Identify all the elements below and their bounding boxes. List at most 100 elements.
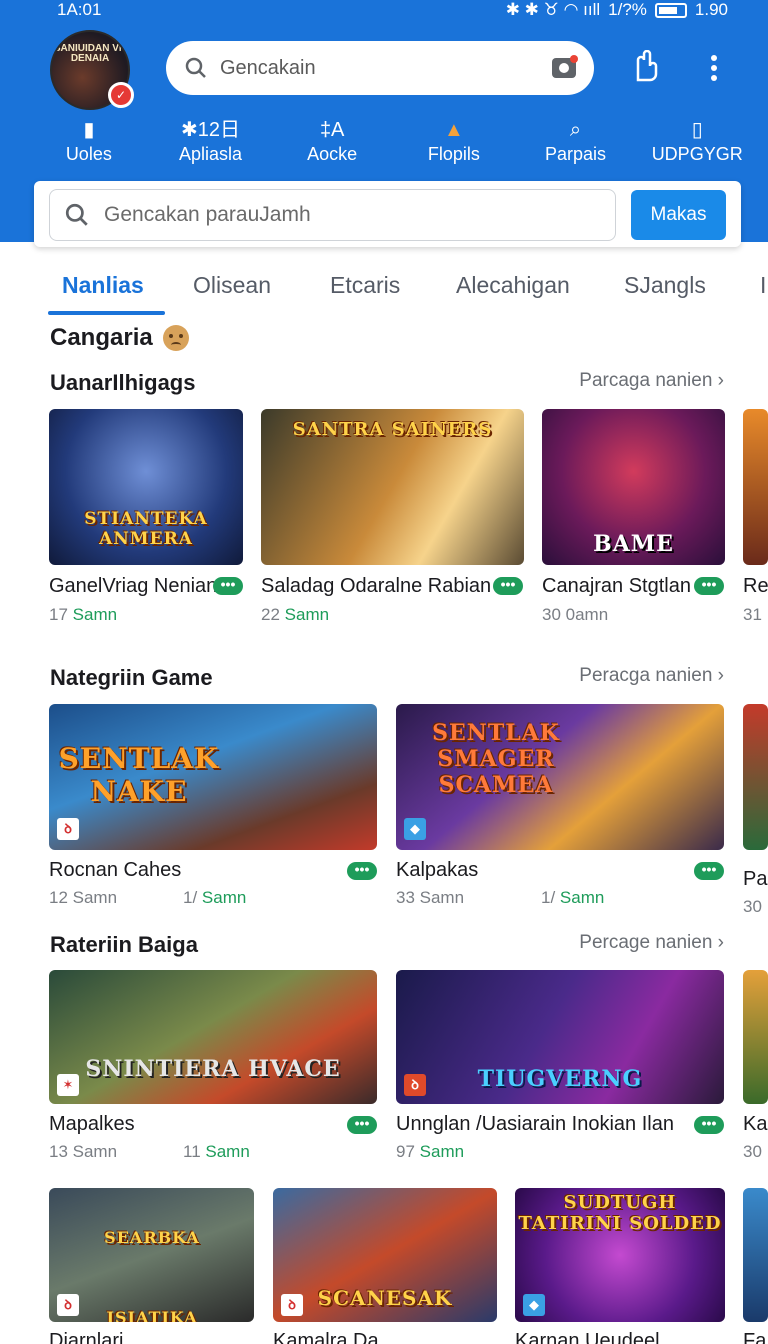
game-name: Fa [743, 1330, 767, 1344]
game-thumbnail[interactable]: TIUGVERNG ꝺ [396, 970, 724, 1104]
game-thumbnail[interactable]: STIANTEKA ANMERA [49, 409, 243, 565]
game-thumbnail[interactable]: SNINTIERA HVACE ✶ [49, 970, 377, 1104]
search-button[interactable]: Makas [631, 190, 726, 240]
tab-nanlias[interactable]: Nanlias [62, 272, 144, 299]
avatar-logo-text: SANIUIDAN VN DENAIA [53, 43, 127, 64]
game-card[interactable]: Pa 30 [743, 704, 768, 916]
section-title: UanarIlhigags [50, 370, 196, 395]
game-logo-icon: ◆ [404, 818, 426, 840]
see-more-label: Parcaga nanien [579, 370, 713, 391]
more-badge-icon[interactable]: ••• [493, 577, 523, 595]
game-logo-icon: ꝺ [57, 818, 79, 840]
status-extra: 1.90 [694, 0, 728, 19]
more-badge-icon[interactable]: ••• [347, 1116, 377, 1134]
game-thumbnail[interactable] [743, 704, 768, 850]
thumbnail-art-text: SENTLAK SMAGER SCAMEA [432, 720, 560, 798]
game-thumbnail[interactable]: SENTLAK SMAGER SCAMEA ◆ [396, 704, 724, 850]
thumbnail-art-text: BAME [593, 531, 674, 557]
search-input[interactable] [104, 203, 601, 227]
game-card[interactable]: TIUGVERNG ꝺ Unnglan /Uasiarain Inokian I… [396, 970, 724, 1170]
quick-nav-item-apliasla[interactable]: ✱12日 Apliasla [150, 118, 272, 168]
battery-icon [654, 2, 687, 18]
hand-touch-icon[interactable] [632, 50, 662, 84]
game-logo-icon: ◆ [523, 1294, 545, 1316]
game-card[interactable]: SENTLAK SMAGER SCAMEA ◆ Kalpakas ••• 33 … [396, 704, 724, 914]
game-meta: 97 Samn [396, 1142, 465, 1161]
game-thumbnail[interactable] [743, 1188, 768, 1322]
status-bar: 1A:01 ✱ ✱ ♉ ◠ ııll 1/?% 1.90 [0, 0, 768, 22]
more-badge-icon[interactable]: ••• [694, 1116, 724, 1134]
game-card[interactable]: Fa [743, 1188, 768, 1344]
game-logo-icon: ✶ [57, 1074, 79, 1096]
game-meta: 12 Samn [49, 888, 118, 907]
top-search-input[interactable] [220, 56, 552, 80]
quick-nav-label: UDPGYGR [651, 144, 743, 164]
see-more-link[interactable]: Percage nanien › [579, 932, 724, 954]
quick-nav-label: Uoles [65, 144, 112, 164]
game-name: Karnan Ueudeel [515, 1330, 660, 1344]
search-icon: ⌕ [569, 119, 582, 141]
game-card[interactable]: Ka 30 [743, 970, 768, 1170]
section-title: Rateriin Baiga [50, 932, 198, 957]
game-thumbnail[interactable]: SUDTUGH TATIRINI SOLDED ◆ [515, 1188, 725, 1322]
top-search-bar[interactable] [166, 41, 594, 95]
game-name: Kalpakas [396, 859, 479, 881]
more-badge-icon[interactable]: ••• [213, 577, 243, 595]
game-logo-icon: ꝺ [404, 1074, 426, 1096]
quick-nav-item-udpgygr[interactable]: ▯ UDPGYGR [636, 118, 758, 168]
game-card[interactable]: SEARBKA JSIATIKA ꝺ Diarnlari [49, 1188, 254, 1344]
tab-sjangls[interactable]: SJangls [624, 272, 706, 299]
game-card[interactable]: STIANTEKA ANMERA GanelVriag Nenian ••• 1… [49, 409, 243, 629]
more-badge-icon[interactable]: ••• [347, 862, 377, 880]
quick-nav-item-flopils[interactable]: ▲ Flopils [393, 118, 515, 168]
search-icon [65, 203, 88, 226]
status-icons: ✱ ✱ ♉ ◠ ııll 1/?% 1.90 [506, 0, 728, 20]
translate-icon: ‡A [319, 119, 345, 141]
see-more-label: Peracga nanien [579, 665, 713, 686]
quick-nav-label: Aocke [307, 144, 358, 164]
camera-icon[interactable] [552, 55, 578, 78]
game-name: Rocnan Cahes [49, 859, 182, 881]
quick-nav-label: Flopils [427, 144, 480, 164]
game-thumbnail[interactable]: SEARBKA JSIATIKA ꝺ [49, 1188, 254, 1322]
quick-nav-item-aocke[interactable]: ‡A Aocke [271, 118, 393, 168]
game-meta-secondary: 1/ Samn [183, 888, 247, 907]
game-card[interactable]: BAME Canajran Stgtlan ••• 30 0amn [542, 409, 725, 629]
search-card: Makas [34, 181, 741, 247]
tab-etcaris[interactable]: Etcaris [330, 272, 400, 299]
quick-nav-item-uoles[interactable]: ▮ Uoles [28, 118, 150, 168]
game-meta: 13 Samn [49, 1142, 118, 1161]
category-tabs: Nanlias Olisean Etcaris Alecahigan SJang… [0, 264, 768, 316]
thumbnail-art-text: SNINTIERA HVACE [85, 1056, 341, 1082]
game-thumbnail[interactable]: SCANESAK ꝺ [273, 1188, 497, 1322]
game-thumbnail[interactable]: SENTLAK NAKE ꝺ [49, 704, 377, 850]
game-thumbnail[interactable] [743, 409, 768, 565]
thumbnail-art-text: SEARBKA JSIATIKA [104, 1228, 200, 1322]
tab-more[interactable]: I [760, 272, 766, 299]
see-more-link[interactable]: Peracga nanien › [579, 665, 724, 687]
status-time: 1A:01 [57, 0, 102, 19]
game-card[interactable]: SUDTUGH TATIRINI SOLDED ◆ Karnan Ueudeel [515, 1188, 725, 1344]
tab-alecahigan[interactable]: Alecahigan [456, 272, 570, 299]
game-card[interactable]: SANTRA SAINERS Saladag Odaralne Rabian •… [261, 409, 524, 629]
more-badge-icon[interactable]: ••• [694, 577, 724, 595]
game-card[interactable]: SNINTIERA HVACE ✶ Mapalkes ••• 13 Samn 1… [49, 970, 377, 1170]
tab-olisean[interactable]: Olisean [193, 272, 271, 299]
thumbnail-art-text: SANTRA SAINERS [292, 419, 493, 440]
battery-percent: 1/?% [608, 0, 647, 19]
see-more-link[interactable]: Parcaga nanien › [579, 370, 724, 392]
search-field[interactable] [49, 189, 616, 241]
more-vert-icon[interactable] [708, 54, 720, 82]
game-meta: 30 [743, 897, 762, 916]
game-card[interactable]: SCANESAK ꝺ Kamalra Da [273, 1188, 497, 1344]
tab-active-indicator [48, 311, 165, 315]
quick-nav-item-parpais[interactable]: ⌕ Parpais [515, 118, 637, 168]
game-name: Unnglan /Uasiarain Inokian Ilan [396, 1113, 674, 1135]
game-thumbnail[interactable]: SANTRA SAINERS [261, 409, 524, 565]
game-thumbnail[interactable] [743, 970, 768, 1104]
game-card[interactable]: SENTLAK NAKE ꝺ Rocnan Cahes ••• 12 Samn … [49, 704, 377, 914]
game-card[interactable]: Re 31 [743, 409, 768, 629]
more-badge-icon[interactable]: ••• [694, 862, 724, 880]
thumbnail-art-text: SCANESAK [317, 1286, 453, 1310]
game-thumbnail[interactable]: BAME [542, 409, 725, 565]
